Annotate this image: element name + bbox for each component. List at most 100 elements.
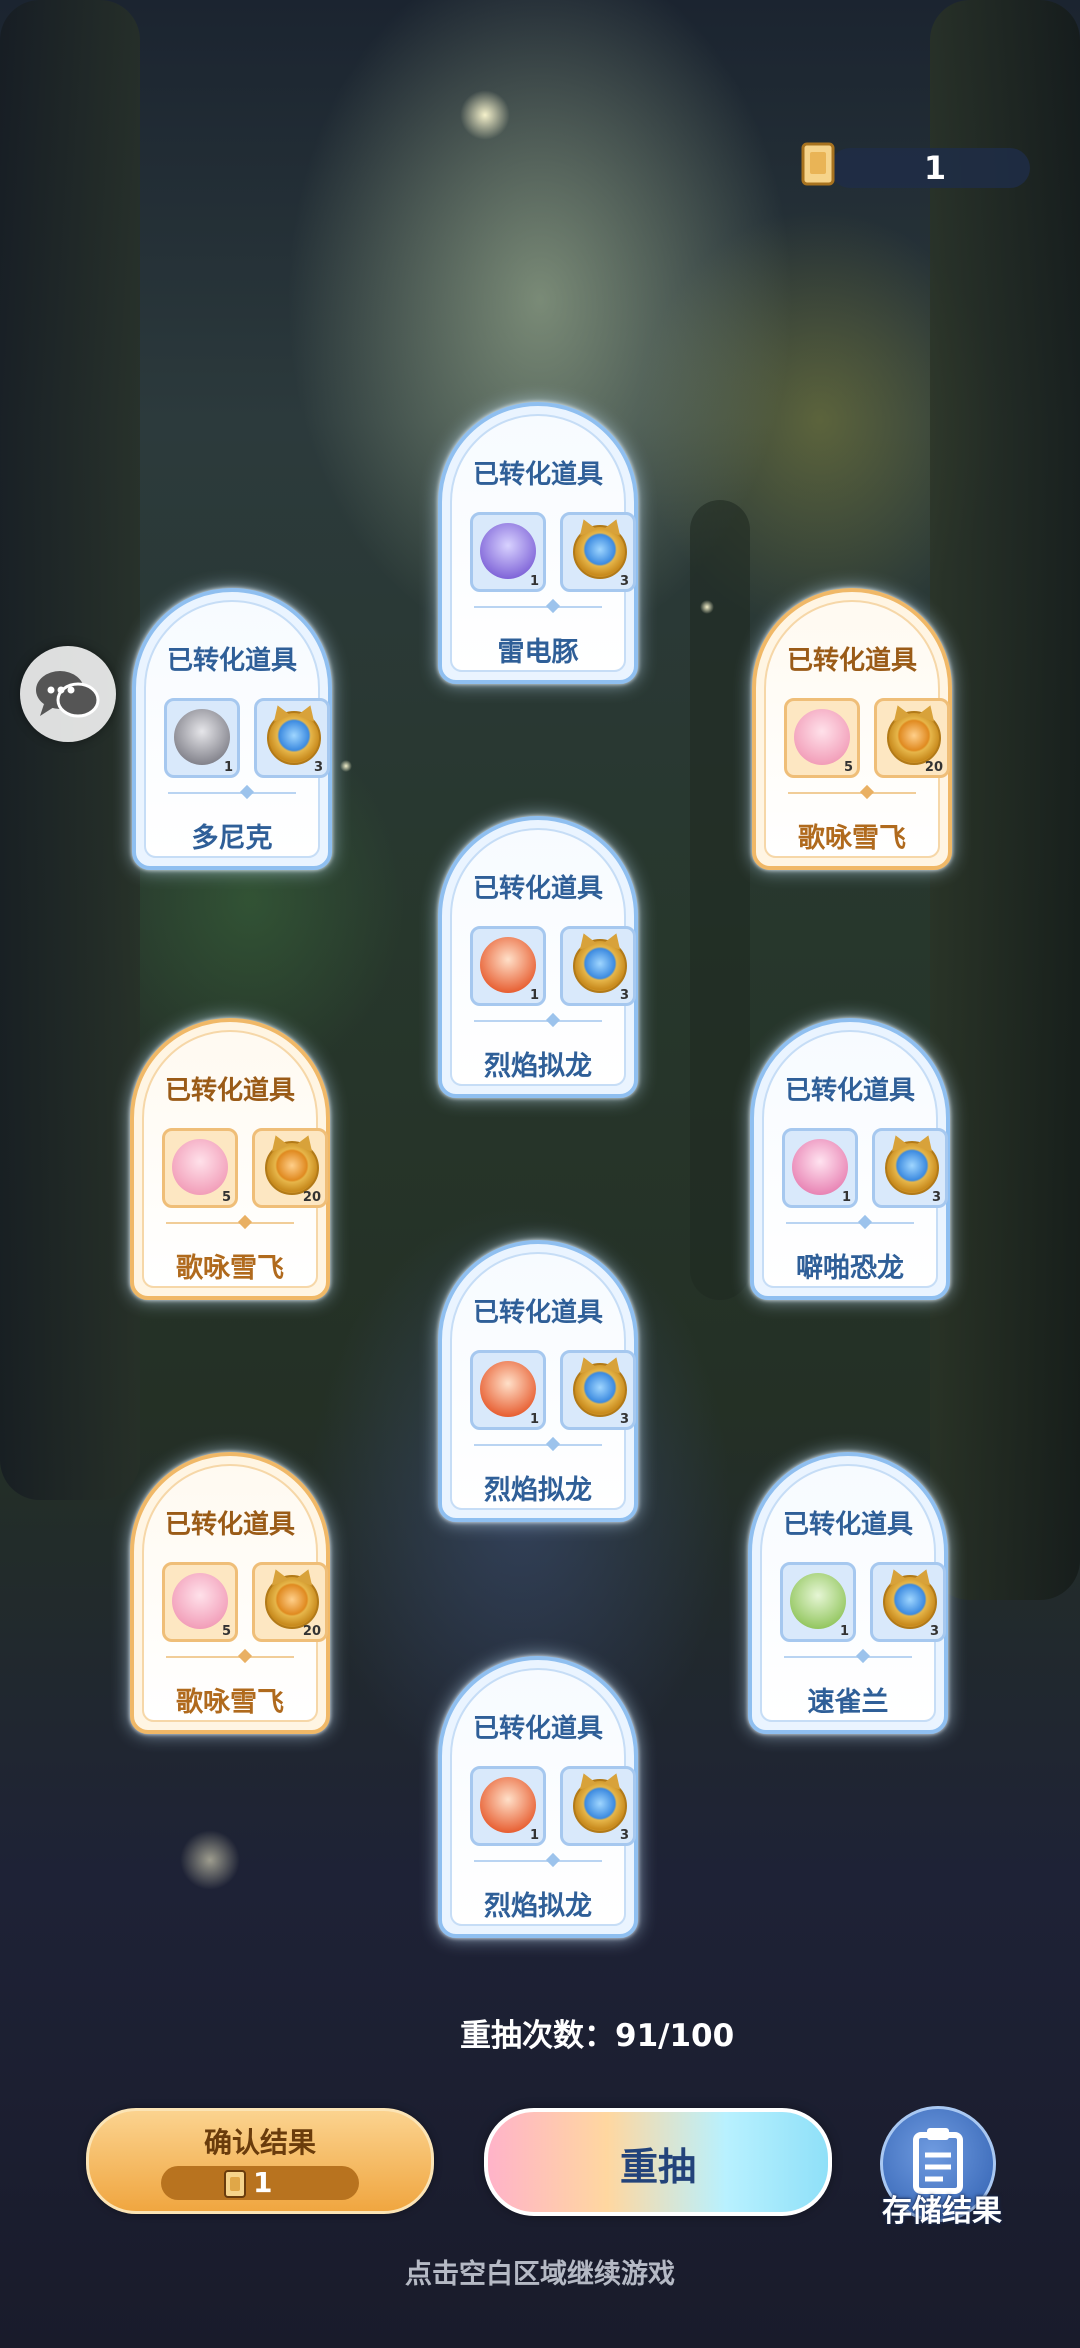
pet-count: 5 [221,1190,231,1205]
reroll-count: 重抽次数：91/100 [460,2018,735,2054]
cat-coin-icon [267,711,321,765]
pet-name: 烈焰拟龙 [484,1475,592,1506]
cat-coin-icon [883,1575,937,1629]
card-header: 已转化道具 [782,1510,913,1540]
cat-coin-icon [573,939,627,993]
converted-item-card[interactable]: 已转化道具 1 3 多尼克 [132,588,332,870]
pink-dino-pet-icon [792,1139,848,1195]
card-divider [786,1222,914,1224]
cat-coin-icon [885,1141,939,1195]
sparkle [180,1830,240,1890]
reroll-button[interactable]: 重抽 [484,2108,832,2216]
card-divider [784,1656,912,1658]
diamond-ornament-icon [545,1012,561,1028]
sparkle [460,90,510,140]
item-count: 3 [313,760,323,775]
pet-count: 1 [529,574,539,589]
pet-count: 1 [839,1624,849,1639]
card-header: 已转化道具 [164,1076,295,1106]
pet-count: 5 [843,760,853,775]
card-inner: 已转化道具 1 3 烈焰拟龙 [450,1668,636,1926]
pet-name: 烈焰拟龙 [484,1891,592,1922]
diamond-ornament-icon [545,598,561,614]
tree-trunk [930,0,1080,1600]
purple-pet-icon [480,523,536,579]
card-divider [166,1656,294,1658]
item-count: 3 [929,1624,939,1639]
item-slot: 3 [560,926,636,1006]
orange-dragon-pet-icon [480,937,536,993]
cat-coin-icon [265,1141,319,1195]
pet-slot: 5 [162,1128,238,1208]
pet-count: 1 [223,760,233,775]
confirm-result-button[interactable]: 确认结果 1 [86,2108,434,2214]
item-slot: 20 [252,1128,328,1208]
card-inner: 已转化道具 1 3 噼啪恐龙 [762,1030,948,1288]
card-header: 已转化道具 [472,460,603,490]
card-divider [474,1020,602,1022]
cat-coin-icon [573,525,627,579]
pet-name: 噼啪恐龙 [796,1253,904,1284]
reroll-label: 重抽 [619,2145,696,2189]
item-count: 20 [302,1190,321,1205]
converted-item-card[interactable]: 已转化道具 1 3 烈焰拟龙 [438,1656,638,1938]
store-result-button[interactable]: 存储结果 [862,2106,1022,2229]
card-inner: 已转化道具 5 20 歌咏雪飞 [764,600,950,858]
card-divider [166,1222,294,1224]
card-divider [168,792,296,794]
item-slot: 3 [254,698,330,778]
converted-item-card[interactable]: 已转化道具 5 20 歌咏雪飞 [130,1018,330,1300]
card-header: 已转化道具 [472,874,603,904]
pet-slot: 1 [470,1766,546,1846]
pet-count: 1 [841,1190,851,1205]
item-count: 20 [924,760,943,775]
card-header: 已转化道具 [784,1076,915,1106]
card-header: 已转化道具 [786,646,917,676]
converted-item-card[interactable]: 已转化道具 1 3 速雀兰 [748,1452,948,1734]
ticket-counter: 1 [800,142,1030,188]
cat-coin-icon [265,1575,319,1629]
diamond-ornament-icon [545,1436,561,1452]
orange-dragon-pet-icon [480,1777,536,1833]
pet-name: 速雀兰 [807,1687,889,1718]
ticket-count: 1 [923,149,947,187]
item-slot: 3 [870,1562,946,1642]
item-slot: 3 [560,1766,636,1846]
diamond-ornament-icon [855,1648,871,1664]
confirm-cost: 1 [161,2166,359,2200]
card-inner: 已转化道具 1 3 烈焰拟龙 [450,1252,636,1510]
converted-item-card[interactable]: 已转化道具 5 20 歌咏雪飞 [752,588,952,870]
pet-count: 1 [529,1828,539,1843]
item-slot: 3 [872,1128,948,1208]
card-divider [474,606,602,608]
card-inner: 已转化道具 5 20 歌咏雪飞 [142,1030,328,1288]
pink-pet-icon [172,1139,228,1195]
card-header: 已转化道具 [164,1510,295,1540]
card-inner: 已转化道具 1 3 速雀兰 [760,1464,946,1722]
converted-item-card[interactable]: 已转化道具 1 3 烈焰拟龙 [438,816,638,1098]
pet-slot: 1 [470,512,546,592]
item-slot: 20 [252,1562,328,1642]
card-divider [474,1444,602,1446]
item-slot: 20 [874,698,950,778]
pink-pet-icon [794,709,850,765]
continue-hint: 点击空白区域继续游戏 [405,2259,675,2290]
pet-name: 歌咏雪飞 [176,1253,284,1284]
card-header: 已转化道具 [472,1298,603,1328]
converted-item-card[interactable]: 已转化道具 1 3 噼啪恐龙 [750,1018,950,1300]
chat-button[interactable] [20,646,116,742]
diamond-ornament-icon [239,784,255,800]
store-label: 存储结果 [882,2194,1002,2229]
card-divider [788,792,916,794]
item-count: 20 [302,1624,321,1639]
card-header: 已转化道具 [472,1714,603,1744]
pet-slot: 5 [784,698,860,778]
item-count: 3 [619,1828,629,1843]
converted-item-card[interactable]: 已转化道具 1 3 烈焰拟龙 [438,1240,638,1522]
sparkle [340,760,352,772]
converted-item-card[interactable]: 已转化道具 5 20 歌咏雪飞 [130,1452,330,1734]
pet-name: 多尼克 [191,823,273,854]
diamond-ornament-icon [545,1852,561,1868]
converted-item-card[interactable]: 已转化道具 1 3 雷电豚 [438,402,638,684]
pet-slot: 1 [780,1562,856,1642]
